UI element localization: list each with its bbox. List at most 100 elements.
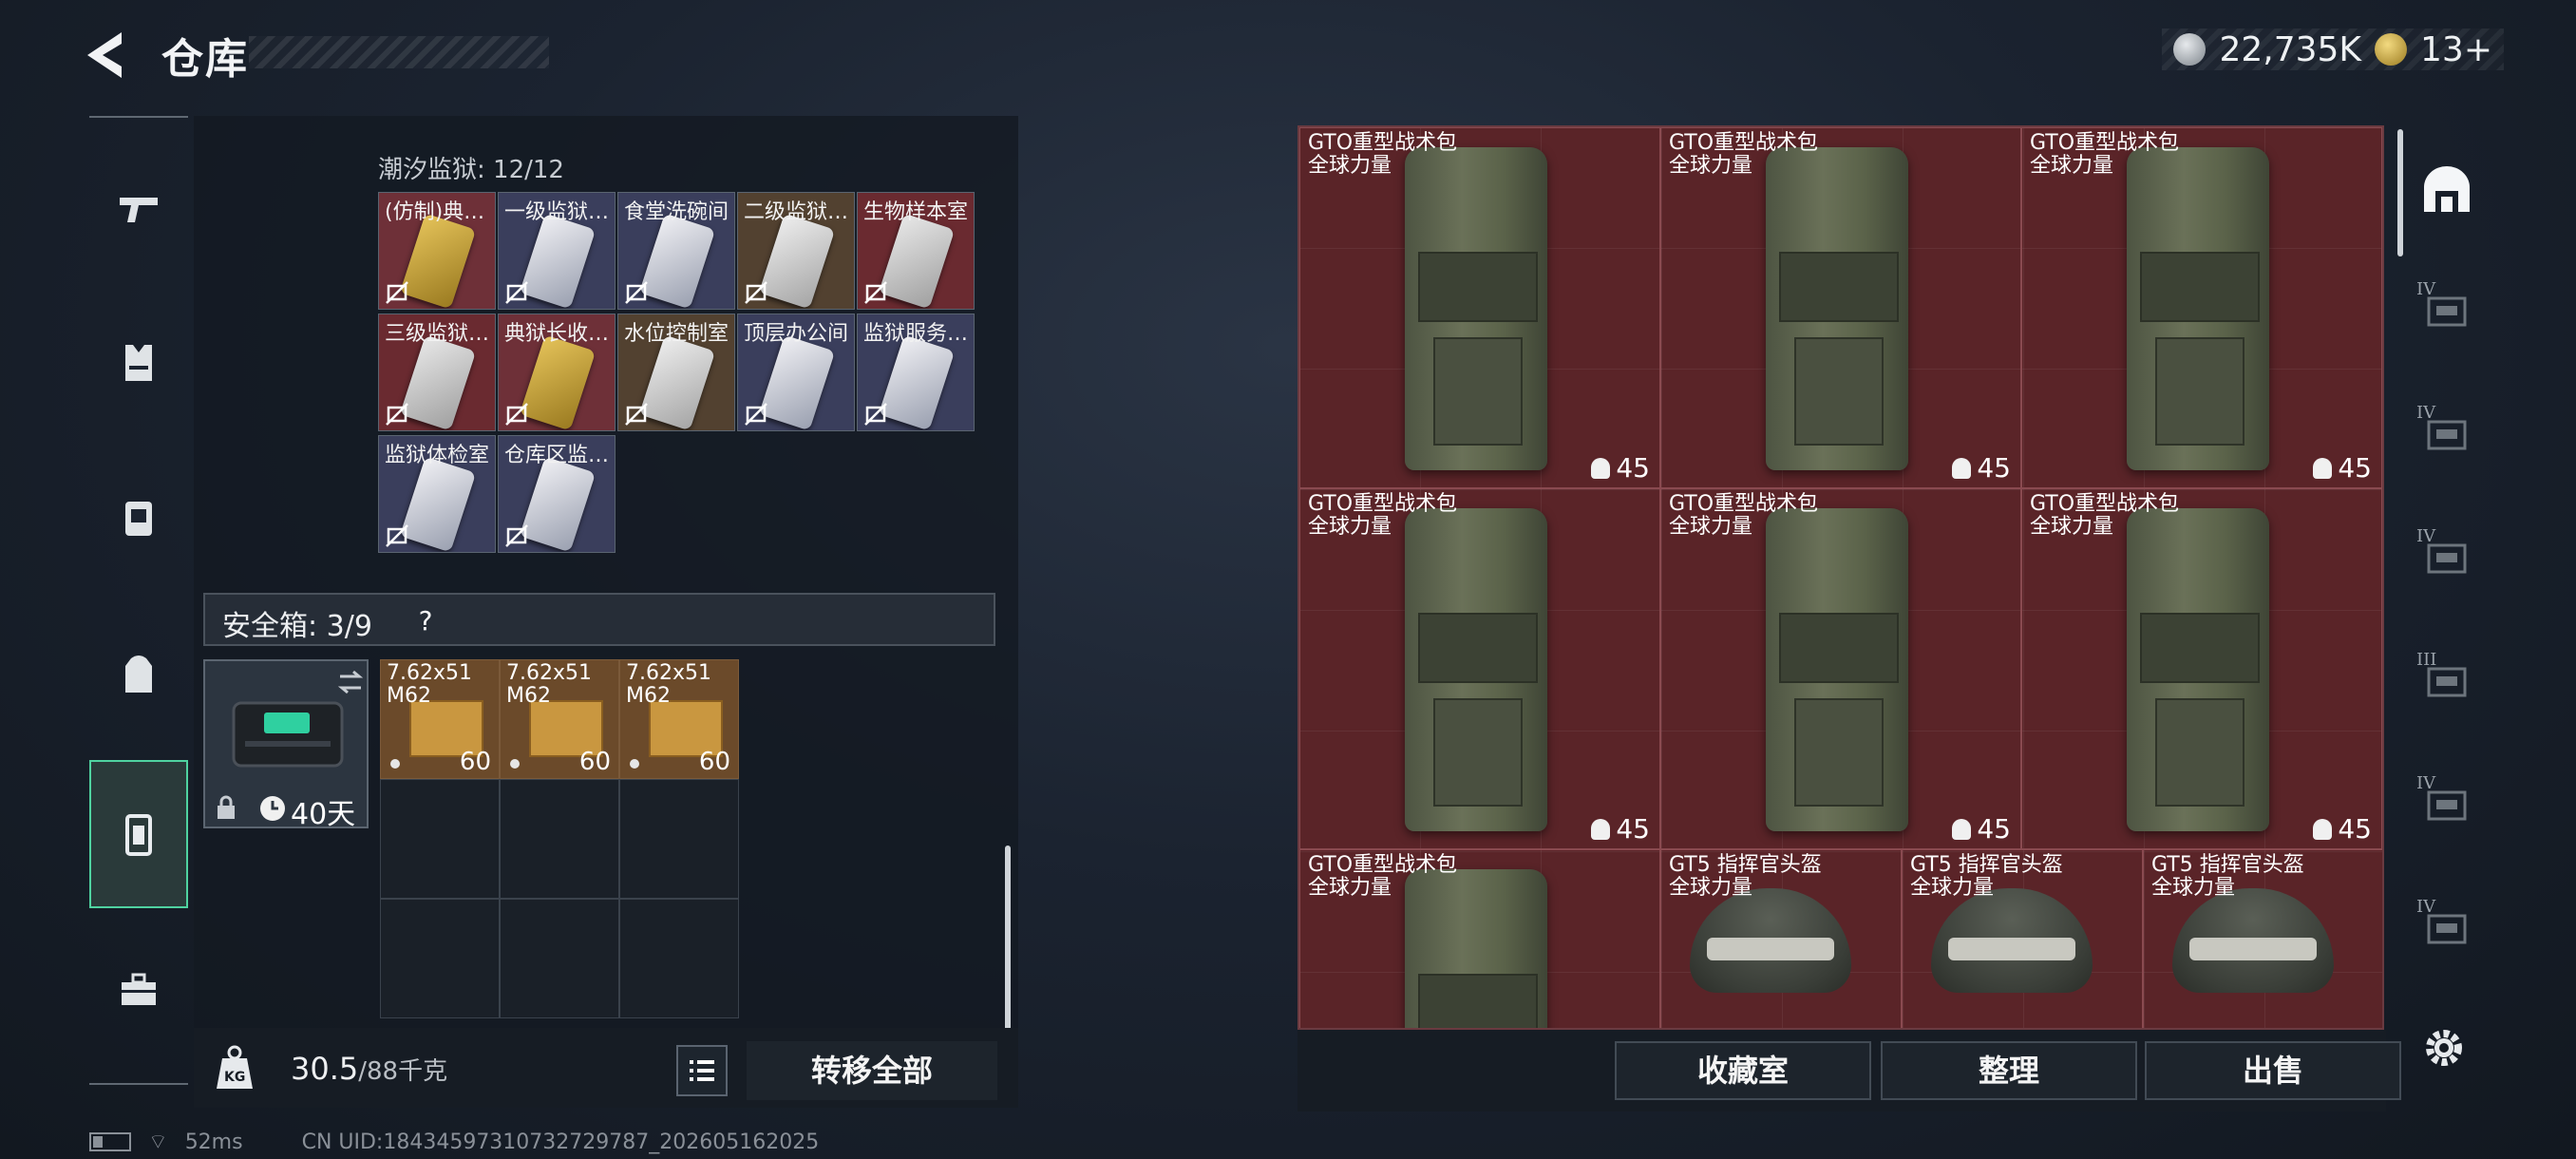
nav-toolbox[interactable]: [89, 933, 188, 1047]
ammo-name: 7.62x51 M62: [387, 661, 472, 708]
helmet-item[interactable]: GT5 指挥官头盔 全球力量: [1660, 849, 1902, 1028]
safe-box-icon: [125, 814, 152, 856]
user-uid: CN UID:18434597310732729787_202605162025: [301, 1130, 820, 1154]
keycard-item[interactable]: 顶层办公间: [737, 314, 855, 431]
backpack-icon: [1766, 147, 1908, 470]
empty-slot[interactable]: [500, 899, 619, 1018]
keycard-item[interactable]: 水位控制室: [617, 314, 735, 431]
stash-tab[interactable]: IV: [2407, 876, 2487, 980]
safe-box-label: 安全箱: 3/9: [222, 610, 372, 643]
stash-scrollbar[interactable]: [2397, 129, 2403, 256]
battery-icon: [89, 1132, 131, 1151]
transfer-all-button[interactable]: 转移全部: [747, 1041, 997, 1100]
backpack-item[interactable]: GTO重型战术包 全球力量: [1299, 849, 1660, 1028]
backpack-item[interactable]: GTO重型战术包 全球力量 45: [1299, 127, 1660, 488]
helmet-item[interactable]: GT5 指挥官头盔 全球力量: [2143, 849, 2382, 1028]
sort-button[interactable]: 整理: [1881, 1041, 2137, 1100]
empty-slot[interactable]: [619, 779, 739, 899]
stash-tab[interactable]: IV: [2407, 752, 2487, 857]
keycard-name: 仓库区监…: [504, 444, 610, 467]
list-view-button[interactable]: [676, 1045, 728, 1096]
keycard-item[interactable]: 仓库区监…: [498, 435, 616, 553]
nav-armor[interactable]: [89, 306, 188, 420]
keycard-icon: [399, 456, 477, 552]
no-collect-icon: [505, 281, 528, 304]
stash-tab[interactable]: III: [2407, 629, 2487, 733]
keycard-icon: [638, 334, 716, 430]
stash-tab[interactable]: IV: [2407, 258, 2487, 363]
backpack-item[interactable]: GTO重型战术包 全球力量 45: [1299, 488, 1660, 849]
backpack-item[interactable]: GTO重型战术包 全球力量 45: [1660, 127, 2021, 488]
safe-box-container[interactable]: 40天: [203, 659, 369, 831]
backpack-item[interactable]: GTO重型战术包 全球力量 45: [2021, 488, 2382, 849]
ping-value: 52ms: [184, 1130, 243, 1154]
tab-level: III: [2416, 650, 2437, 670]
durability-icon: [1591, 818, 1611, 840]
empty-slot[interactable]: [380, 779, 500, 899]
swap-icon[interactable]: [336, 669, 365, 695]
keycard-item[interactable]: (仿制)典…: [378, 192, 496, 310]
empty-slot[interactable]: [500, 779, 619, 899]
keycard-item[interactable]: 三级监狱…: [378, 314, 496, 431]
keycard-icon: [519, 456, 597, 552]
keycard-item[interactable]: 监狱服务…: [857, 314, 975, 431]
keycard-name: 三级监狱…: [385, 322, 490, 346]
nav-safe-box[interactable]: [89, 760, 188, 908]
ammo-item[interactable]: 7.62x51 M62 60: [380, 659, 500, 779]
keycard-item[interactable]: 食堂洗碗间: [617, 192, 735, 310]
settings-button[interactable]: [2418, 1022, 2470, 1074]
sell-button[interactable]: 出售: [2145, 1041, 2401, 1100]
tab-level: IV: [2416, 526, 2436, 546]
no-collect-icon: [745, 403, 767, 426]
gold-currency-value: 13+: [2420, 29, 2492, 69]
back-button[interactable]: [84, 28, 141, 82]
ammo-name: 7.62x51 M62: [506, 661, 592, 708]
ammo-count: 60: [698, 748, 730, 776]
keycard-item[interactable]: 监狱体检室: [378, 435, 496, 553]
empty-slot[interactable]: [380, 899, 500, 1018]
keycard-name: 二级监狱…: [744, 200, 849, 224]
stash-tab[interactable]: IV: [2407, 505, 2487, 610]
no-collect-icon: [625, 403, 648, 426]
nav-weapon[interactable]: [89, 152, 188, 266]
armor-vest-icon: [125, 345, 152, 381]
help-button[interactable]: ?: [408, 604, 443, 638]
currency-display: 22,735K 13+: [2162, 28, 2504, 70]
keycard-item[interactable]: 生物样本室: [857, 192, 975, 310]
backpack-icon: [1405, 869, 1547, 1028]
list-icon: [690, 1060, 714, 1081]
wifi-icon: ⌔: [148, 1130, 168, 1154]
chest-rig-icon: [125, 502, 152, 536]
back-arrow-icon: [87, 32, 122, 78]
ammo-indicator-icon: [390, 759, 400, 769]
ammo-name: 7.62x51 M62: [626, 661, 711, 708]
keycard-item[interactable]: 典狱长收…: [498, 314, 616, 431]
durability-icon: [1591, 457, 1611, 479]
toolbox-icon: [122, 973, 156, 1005]
keycard-item[interactable]: 二级监狱…: [737, 192, 855, 310]
keycard-item[interactable]: 一级监狱…: [498, 192, 616, 310]
item-name: GTO重型战术包: [1669, 492, 1819, 516]
gear-icon: [2426, 1030, 2462, 1066]
ammo-item[interactable]: 7.62x51 M62 60: [619, 659, 739, 779]
collection-room-button[interactable]: 收藏室: [1615, 1041, 1871, 1100]
empty-slot[interactable]: [619, 899, 739, 1018]
durability-icon: [1952, 457, 1972, 479]
helmet-icon: [1690, 888, 1851, 993]
ammo-count: 60: [459, 748, 491, 776]
keycard-section-label: 潮汐监狱: 12/12: [378, 156, 564, 184]
stash-tab[interactable]: [2407, 139, 2487, 243]
backpack-item[interactable]: GTO重型战术包 全球力量 45: [1660, 488, 2021, 849]
no-collect-icon: [745, 281, 767, 304]
helmet-item[interactable]: GT5 指挥官头盔 全球力量: [1902, 849, 2143, 1028]
keycard-name: 典狱长收…: [504, 322, 610, 346]
nav-chest-rig[interactable]: [89, 460, 188, 574]
gold-triangle-icon: [2375, 33, 2408, 66]
lock-icon: [218, 795, 235, 819]
left-scrollbar[interactable]: [1005, 846, 1011, 1036]
backpack-item[interactable]: GTO重型战术包 全球力量 45: [2021, 127, 2382, 488]
item-durability: 45: [1591, 813, 1650, 845]
nav-backpack[interactable]: [89, 618, 188, 732]
ammo-item[interactable]: 7.62x51 M62 60: [500, 659, 619, 779]
stash-tab[interactable]: IV: [2407, 382, 2487, 486]
